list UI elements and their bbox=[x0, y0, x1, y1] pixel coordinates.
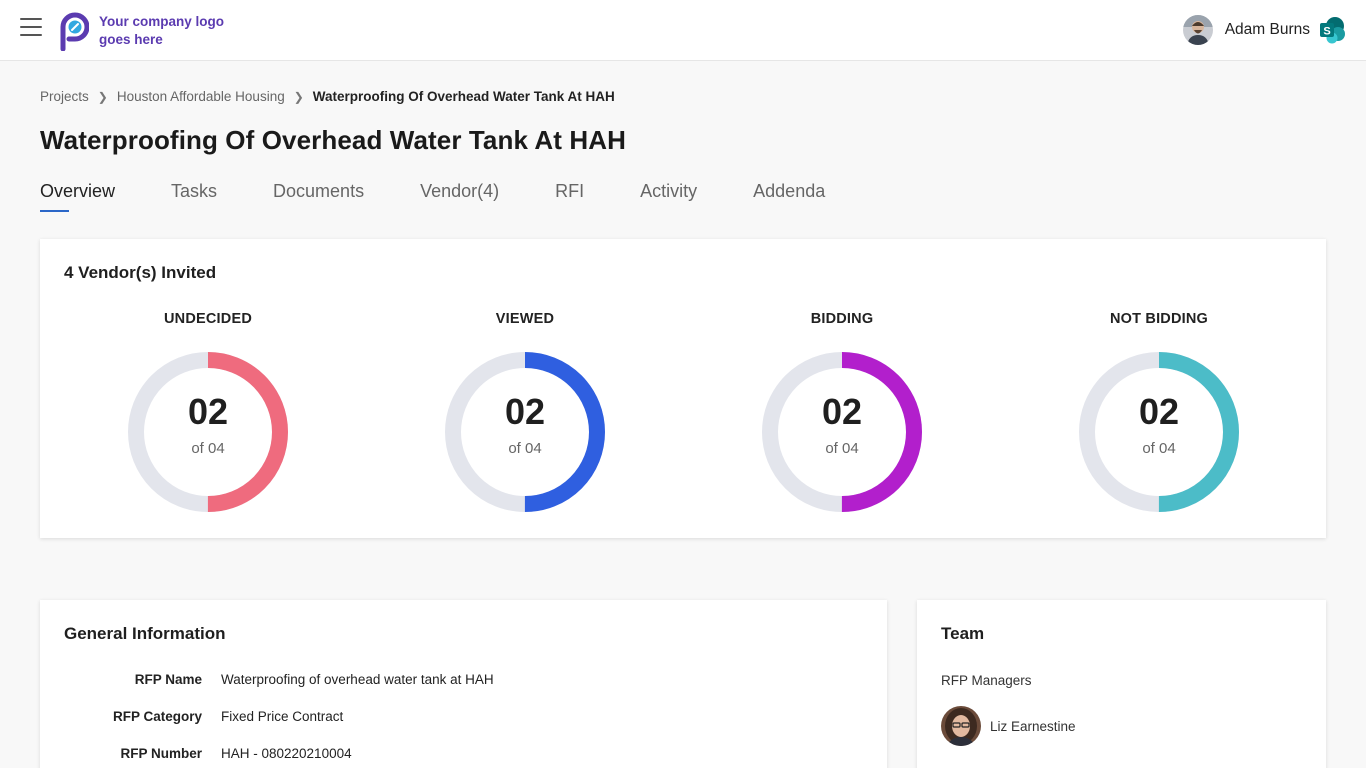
member-avatar[interactable] bbox=[941, 706, 981, 746]
tab-activity[interactable]: Activity bbox=[640, 181, 697, 211]
info-value-rfp-number: HAH - 080220210004 bbox=[221, 746, 352, 761]
stat-not-bidding: NOT BIDDING 02 of 04 bbox=[1059, 311, 1259, 513]
info-label-rfp-name: RFP Name bbox=[134, 672, 202, 687]
stat-total: of 04 bbox=[825, 440, 859, 457]
tab-rfi[interactable]: RFI bbox=[555, 181, 584, 211]
member-name[interactable]: Liz Earnestine bbox=[990, 719, 1076, 734]
stat-value: 02 bbox=[187, 391, 229, 432]
rfp-managers-label: RFP Managers bbox=[941, 673, 1032, 688]
general-information-heading: General Information bbox=[64, 624, 226, 643]
tab-documents[interactable]: Documents bbox=[273, 181, 364, 211]
tab-tasks[interactable]: Tasks bbox=[171, 181, 217, 211]
stat-value: 02 bbox=[1138, 391, 1180, 432]
stat-label: UNDECIDED bbox=[164, 311, 252, 327]
breadcrumb-projects[interactable]: Projects bbox=[40, 89, 89, 104]
top-bar: Your company logo goes here Adam Burns S bbox=[0, 0, 1366, 61]
chevron-right-icon: ❯ bbox=[293, 89, 304, 104]
stat-bidding: BIDDING 02 of 04 bbox=[742, 311, 942, 513]
stat-label: BIDDING bbox=[810, 311, 874, 327]
sharepoint-icon[interactable]: S bbox=[1318, 16, 1346, 44]
breadcrumb-current-page: Waterproofing Of Overhead Water Tank At … bbox=[312, 89, 615, 104]
stat-total: of 04 bbox=[191, 440, 225, 457]
stat-label: VIEWED bbox=[495, 311, 555, 327]
stat-value: 02 bbox=[821, 391, 863, 432]
hamburger-menu-icon[interactable] bbox=[20, 18, 42, 36]
progress-ring: 02 of 04 bbox=[127, 351, 289, 513]
tab-overview[interactable]: Overview bbox=[40, 181, 115, 212]
vendors-invited-heading: 4 Vendor(s) Invited bbox=[64, 263, 217, 282]
team-member[interactable]: Liz Earnestine bbox=[941, 706, 1076, 746]
progress-ring: 02 of 04 bbox=[1078, 351, 1240, 513]
company-logo-text: Your company logo goes here bbox=[99, 14, 225, 47]
user-name[interactable]: Adam Burns bbox=[1225, 21, 1310, 39]
breadcrumb-houston-affordable-housing[interactable]: Houston Affordable Housing bbox=[117, 89, 285, 104]
chevron-right-icon: ❯ bbox=[97, 89, 108, 104]
general-information-card: General Information RFP Name Waterproofi… bbox=[40, 600, 887, 768]
stat-total: of 04 bbox=[508, 440, 542, 457]
team-heading: Team bbox=[941, 624, 985, 643]
info-label-rfp-category: RFP Category bbox=[112, 709, 202, 724]
progress-ring: 02 of 04 bbox=[444, 351, 606, 513]
stat-total: of 04 bbox=[1142, 440, 1176, 457]
page-title: Waterproofing Of Overhead Water Tank At … bbox=[40, 125, 626, 155]
user-avatar[interactable] bbox=[1182, 15, 1213, 45]
info-value-rfp-category: Fixed Price Contract bbox=[221, 709, 344, 724]
info-value-rfp-name: Waterproofing of overhead water tank at … bbox=[221, 672, 494, 687]
svg-text:S: S bbox=[1323, 26, 1330, 38]
user-menu[interactable]: Adam Burns S bbox=[1182, 14, 1346, 46]
vendors-invited-card: 4 Vendor(s) Invited UNDECIDED 02 of 04 V… bbox=[40, 239, 1326, 538]
stat-label: NOT BIDDING bbox=[1109, 311, 1209, 327]
stat-undecided: UNDECIDED 02 of 04 bbox=[108, 311, 308, 513]
breadcrumb: Projects ❯ Houston Affordable Housing ❯ … bbox=[40, 89, 615, 104]
tab-bar: Overview Tasks Documents Vendor(4) RFI A… bbox=[40, 181, 881, 212]
company-logo-icon bbox=[60, 12, 89, 51]
team-card: Team RFP Managers Liz Earnestine bbox=[917, 600, 1326, 768]
tab-addenda[interactable]: Addenda bbox=[753, 181, 825, 211]
stat-value: 02 bbox=[504, 391, 546, 432]
progress-ring: 02 of 04 bbox=[761, 351, 923, 513]
tab-vendor[interactable]: Vendor(4) bbox=[420, 181, 499, 211]
stat-viewed: VIEWED 02 of 04 bbox=[425, 311, 625, 513]
info-label-rfp-number: RFP Number bbox=[120, 746, 202, 761]
